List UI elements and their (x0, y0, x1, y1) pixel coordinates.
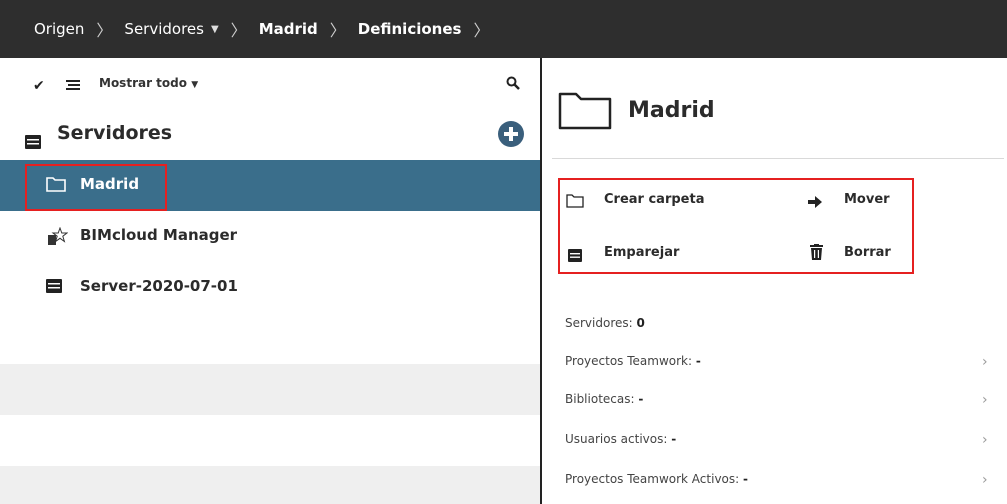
tree-empty-row (0, 364, 540, 415)
tree-header: Servidores (0, 114, 540, 154)
chevron-right-icon: 〉 (329, 21, 346, 40)
chevron-right-icon: 〉 (230, 21, 247, 40)
show-all-label: Mostrar todo (99, 76, 187, 90)
stat-value: - (695, 354, 701, 368)
breadcrumb-origen[interactable]: Origen (34, 20, 84, 38)
arrow-right-icon (808, 193, 822, 212)
tree-item-label: BIMcloud Manager (80, 226, 238, 244)
chevron-right-icon: 〉 (96, 21, 113, 40)
stat-teamwork-projects[interactable]: Proyectos Teamwork: - (565, 354, 701, 368)
chevron-right-icon[interactable]: › (982, 354, 988, 370)
search-icon[interactable] (506, 75, 520, 94)
tree-empty-row (0, 466, 540, 504)
create-folder-button[interactable]: Crear carpeta (604, 192, 704, 207)
server-icon (25, 134, 41, 153)
tree-empty-row (0, 415, 540, 466)
breadcrumb: Origen 〉 Servidores ▼ 〉 Madrid 〉 Definic… (0, 0, 1007, 58)
stat-label: Proyectos Teamwork: (565, 354, 693, 368)
breadcrumb-madrid[interactable]: Madrid (259, 20, 318, 38)
pair-button[interactable]: Emparejar (604, 245, 679, 260)
breadcrumb-servidores[interactable]: Servidores (124, 20, 204, 38)
stat-value: - (671, 432, 677, 446)
chevron-right-icon[interactable]: › (982, 392, 988, 408)
breadcrumb-definiciones[interactable]: Definiciones (358, 20, 462, 38)
stat-libraries[interactable]: Bibliotecas: - (565, 392, 643, 406)
stat-value: - (743, 472, 748, 486)
trash-icon (810, 244, 823, 264)
server-icon (568, 247, 582, 266)
chevron-right-icon: 〉 (473, 21, 490, 40)
server-tree-panel: ✔ Mostrar todo ▼ Servidores Madrid BIMcl… (0, 58, 540, 504)
check-icon[interactable]: ✔ (33, 78, 45, 94)
divider (552, 158, 1004, 159)
stat-label: Servidores: (565, 316, 633, 330)
stat-label: Bibliotecas: (565, 392, 635, 406)
move-button[interactable]: Mover (844, 192, 890, 207)
stat-label: Usuarios activos: (565, 432, 668, 446)
stat-value: - (638, 392, 644, 406)
stat-label: Proyectos Teamwork Activos: (565, 472, 740, 486)
folder-icon (566, 193, 584, 212)
caret-down-icon[interactable]: ▼ (211, 24, 219, 35)
show-all-dropdown[interactable]: Mostrar todo ▼ (99, 76, 198, 90)
chevron-right-icon[interactable]: › (982, 472, 988, 488)
stat-servers: Servidores: 0 (565, 316, 645, 330)
tree-item-label: Server-2020-07-01 (80, 277, 238, 295)
folder-icon (558, 90, 612, 134)
tree-empty-row (0, 313, 540, 364)
manager-icon (46, 226, 69, 251)
tree-toolbar: ✔ Mostrar todo ▼ (0, 58, 540, 108)
stat-active-users[interactable]: Usuarios activos: - (565, 432, 676, 446)
delete-button[interactable]: Borrar (844, 245, 891, 260)
server-icon (46, 278, 62, 297)
detail-title: Madrid (628, 98, 715, 123)
add-button[interactable] (498, 121, 524, 147)
highlight-box (25, 164, 167, 211)
tree-root-title: Servidores (57, 122, 173, 144)
caret-down-icon: ▼ (191, 80, 199, 90)
detail-panel: Madrid Crear carpeta Mover Emparejar Bor… (542, 58, 1007, 504)
tree-item-server[interactable]: Server-2020-07-01 (0, 262, 540, 313)
list-icon[interactable] (66, 76, 80, 95)
stat-active-teamwork-projects[interactable]: Proyectos Teamwork Activos: - (565, 472, 748, 486)
stat-value: 0 (636, 316, 645, 330)
tree-item-bimcloud-manager[interactable]: BIMcloud Manager (0, 211, 540, 262)
chevron-right-icon[interactable]: › (982, 432, 988, 448)
